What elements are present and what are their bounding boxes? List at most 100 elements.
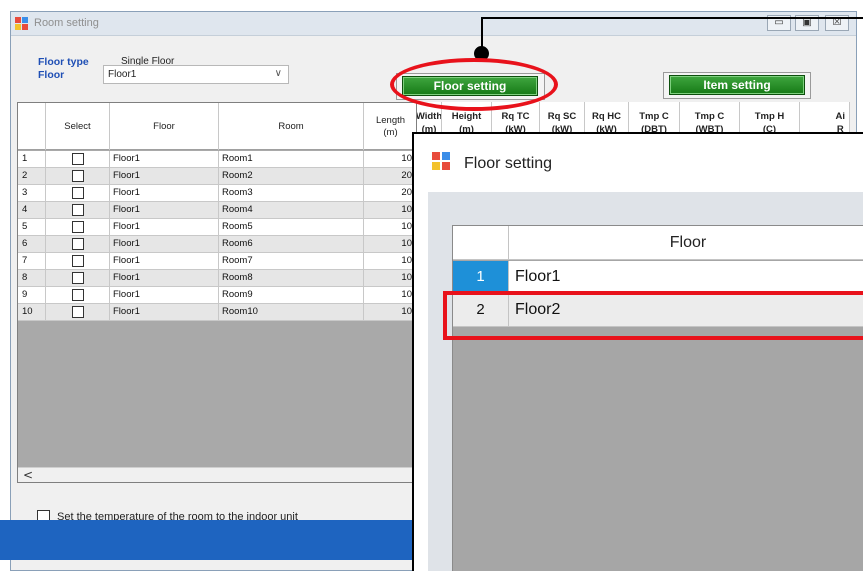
- floor-setting-highlight: [390, 58, 558, 111]
- select-checkbox[interactable]: [71, 255, 84, 267]
- floor-select[interactable]: Floor1 ∨: [103, 65, 289, 84]
- length-cell[interactable]: 10: [364, 202, 416, 218]
- floor-column-header[interactable]: Floor: [110, 103, 219, 150]
- select-checkbox[interactable]: [71, 238, 84, 250]
- room-cell[interactable]: Room6: [219, 236, 364, 252]
- table-row[interactable]: 7 Floor1 Room7 10: [18, 253, 416, 270]
- room-cell[interactable]: Room1: [219, 151, 364, 167]
- floor-row[interactable]: 1 Floor1: [453, 261, 863, 294]
- floor-grid: Floor 1 Floor1 2 Floor2: [452, 225, 863, 571]
- row-number-cell[interactable]: 1: [18, 151, 46, 167]
- floor-row-name[interactable]: Floor1: [515, 261, 560, 293]
- table-row[interactable]: 9 Floor1 Room9 10: [18, 287, 416, 304]
- floor-cell[interactable]: Floor1: [110, 202, 219, 218]
- table-row[interactable]: 10 Floor1 Room10 10: [18, 304, 416, 321]
- row-number-cell[interactable]: 8: [18, 270, 46, 286]
- length-cell[interactable]: 20: [364, 185, 416, 201]
- horizontal-scrollbar[interactable]: <: [18, 467, 416, 482]
- app-icon: [15, 17, 28, 30]
- room-cell[interactable]: Room10: [219, 304, 364, 320]
- select-checkbox[interactable]: [71, 204, 84, 216]
- select-checkbox[interactable]: [71, 170, 84, 182]
- length-cell[interactable]: 10: [364, 151, 416, 167]
- app-icon: [432, 152, 450, 170]
- floor-cell[interactable]: Floor1: [110, 287, 219, 303]
- select-checkbox[interactable]: [71, 272, 84, 284]
- select-checkbox[interactable]: [71, 153, 84, 165]
- room-cell[interactable]: Room5: [219, 219, 364, 235]
- select-cell: [46, 185, 110, 201]
- table-row[interactable]: 8 Floor1 Room8 10: [18, 270, 416, 287]
- floor-row-number[interactable]: 1: [453, 261, 509, 293]
- floor-row-number-header: [453, 226, 509, 260]
- floor-setting-title: Floor setting: [464, 155, 553, 172]
- table-row[interactable]: 3 Floor1 Room3 20: [18, 185, 416, 202]
- floor-select-value: Floor1: [108, 69, 137, 80]
- select-checkbox[interactable]: [71, 221, 84, 233]
- room-cell[interactable]: Room2: [219, 168, 364, 184]
- floor-cell[interactable]: Floor1: [110, 219, 219, 235]
- row-number-cell[interactable]: 9: [18, 287, 46, 303]
- select-cell: [46, 219, 110, 235]
- floor-cell[interactable]: Floor1: [110, 185, 219, 201]
- row-number-cell[interactable]: 2: [18, 168, 46, 184]
- length-cell[interactable]: 10: [364, 253, 416, 269]
- extra-header-line1: Height: [451, 111, 482, 122]
- floor-cell[interactable]: Floor1: [110, 151, 219, 167]
- room-cell[interactable]: Room7: [219, 253, 364, 269]
- length-cell[interactable]: 10: [364, 236, 416, 252]
- room-cell[interactable]: Room4: [219, 202, 364, 218]
- table-row[interactable]: 6 Floor1 Room6 10: [18, 236, 416, 253]
- room-column-header[interactable]: Room: [219, 103, 364, 150]
- select-cell: [46, 168, 110, 184]
- extra-header-line1: Tmp C: [694, 111, 725, 122]
- row-number-cell[interactable]: 3: [18, 185, 46, 201]
- floor-cell[interactable]: Floor1: [110, 253, 219, 269]
- room-cell[interactable]: Room8: [219, 270, 364, 286]
- select-checkbox[interactable]: [71, 289, 84, 301]
- row-number-cell[interactable]: 10: [18, 304, 46, 320]
- length-cell[interactable]: 10: [364, 270, 416, 286]
- table-row[interactable]: 5 Floor1 Room5 10: [18, 219, 416, 236]
- table-row[interactable]: 1 Floor1 Room1 10: [18, 151, 416, 168]
- item-setting-button[interactable]: Item setting: [669, 75, 805, 95]
- length-cell[interactable]: 10: [364, 304, 416, 320]
- floor-cell[interactable]: Floor1: [110, 168, 219, 184]
- floor-setting-dialog: Floor setting Floor 1 Floor1 2 Floor2: [412, 132, 863, 571]
- room-grid: Select Floor Room Length (m) 1 Floor1 Room…: [17, 102, 417, 483]
- scroll-left-icon[interactable]: <: [23, 468, 33, 482]
- room-cell[interactable]: Room3: [219, 185, 364, 201]
- row-number-cell[interactable]: 7: [18, 253, 46, 269]
- floor-label: Floor: [38, 69, 65, 81]
- floor-cell[interactable]: Floor1: [110, 304, 219, 320]
- window-title: Room setting: [34, 17, 99, 29]
- row-number-cell[interactable]: 4: [18, 202, 46, 218]
- floor-cell[interactable]: Floor1: [110, 270, 219, 286]
- row-number-cell[interactable]: 6: [18, 236, 46, 252]
- length-cell[interactable]: 10: [364, 287, 416, 303]
- chevron-down-icon[interactable]: ∨: [275, 68, 282, 79]
- extra-header-line1: Width: [417, 111, 442, 122]
- select-cell: [46, 253, 110, 269]
- extra-header-line1: Tmp H: [754, 111, 785, 122]
- floor-cell[interactable]: Floor1: [110, 236, 219, 252]
- room-cell[interactable]: Room9: [219, 287, 364, 303]
- table-row[interactable]: 2 Floor1 Room2 20: [18, 168, 416, 185]
- length-cell[interactable]: 10: [364, 219, 416, 235]
- select-checkbox[interactable]: [71, 187, 84, 199]
- length-column-header[interactable]: Length (m): [364, 103, 416, 150]
- select-column-header[interactable]: Select: [46, 103, 110, 150]
- extra-header-line1: Ai: [835, 111, 846, 122]
- select-checkbox[interactable]: [71, 306, 84, 318]
- table-row[interactable]: 4 Floor1 Room4 10: [18, 202, 416, 219]
- length-header-line1: Length: [375, 114, 406, 126]
- select-cell: [46, 202, 110, 218]
- select-cell: [46, 304, 110, 320]
- floor-column-header[interactable]: Floor: [510, 226, 863, 260]
- floor-setting-body: Floor 1 Floor1 2 Floor2: [428, 192, 863, 571]
- extra-header-line1: Rq SC: [547, 111, 577, 122]
- select-cell: [46, 236, 110, 252]
- row-number-cell[interactable]: 5: [18, 219, 46, 235]
- title-bar: Room setting ▭ ▣ ☒: [11, 12, 856, 36]
- length-cell[interactable]: 20: [364, 168, 416, 184]
